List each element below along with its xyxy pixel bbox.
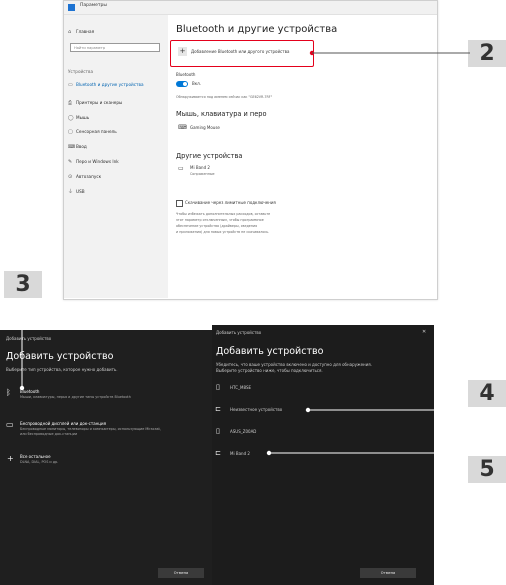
page-title: Bluetooth и другие устройства xyxy=(176,24,338,35)
usb-icon: ⏚ xyxy=(68,189,74,195)
home-icon: ⌂ xyxy=(68,29,72,35)
callout-5: 5 xyxy=(468,456,506,483)
option-display-title[interactable]: Беспроводной дисплей или док-станция xyxy=(20,421,106,426)
device-item-2[interactable]: Неизвестное устройство xyxy=(230,407,282,412)
bluetooth-toggle-state: Вкл. xyxy=(192,81,201,86)
settings-app-icon xyxy=(68,4,75,11)
option-bluetooth-desc: Мыши, клавиатуры, перья и другие типы ус… xyxy=(20,395,131,399)
dialog2-prompt2: Выберите устройство ниже, чтобы подключи… xyxy=(216,368,323,373)
device-icon: ▭ xyxy=(178,165,184,172)
nav-section-header: Устройства xyxy=(68,69,94,74)
callout-3-leader xyxy=(19,298,25,391)
metered-checkbox[interactable] xyxy=(176,200,183,207)
dialog2-prompt1: Убедитесь, что ваше устройство включено … xyxy=(216,362,372,367)
mouse-icon: ◯ xyxy=(68,115,74,121)
callout-2-leader xyxy=(309,50,470,56)
metered-note-line2: этот параметр отключенным, чтобы програм… xyxy=(176,218,264,222)
nav-item-pen[interactable]: ✎ Перо и Windows Ink xyxy=(68,159,119,165)
nav-item-bluetooth[interactable]: ▭ Bluetooth и другие устройства xyxy=(68,82,144,88)
other-device-status: Сопряженные xyxy=(190,172,215,176)
metered-checkbox-label: Скачивание через лимитные подключения xyxy=(185,200,276,205)
highlight-box-add-device xyxy=(170,40,314,67)
printer-icon: ⎙ xyxy=(68,100,73,106)
metered-note-line1: Чтобы избежать дополнительных расходов, … xyxy=(176,212,271,216)
nav-item-autoplay[interactable]: ⊙ Автозапуск xyxy=(68,174,101,180)
discoverable-text: Обнаруживается под именем сейчас как "GE… xyxy=(176,95,273,99)
callout-2: 2 xyxy=(468,40,506,67)
callout-3: 3 xyxy=(4,271,42,298)
nav-item-printers[interactable]: ⎙ Принтеры и сканеры xyxy=(68,100,122,106)
dialog2-heading: Добавить устройство xyxy=(216,346,324,357)
nav-item-mouse[interactable]: ◯ Мышь xyxy=(68,115,89,121)
device-item-4[interactable]: Mi Band 2 xyxy=(230,451,250,456)
plus-icon: + xyxy=(7,454,14,463)
nav-item-typing[interactable]: ⌨Ввод xyxy=(68,144,87,150)
option-display-desc2: или беспроводные док-станции xyxy=(20,432,78,436)
callout-5-leader xyxy=(266,450,470,456)
display-icon: ▭ xyxy=(6,420,14,429)
metered-note-line3: обеспечение устройства (драйверы, сведен… xyxy=(176,224,258,228)
pen-icon: ✎ xyxy=(68,159,73,165)
callout-4-leader xyxy=(305,407,470,413)
option-other-title[interactable]: Все остальное xyxy=(20,454,51,459)
callout-4: 4 xyxy=(468,380,506,407)
device-item-3[interactable]: ASUS_Z00AD xyxy=(230,429,256,434)
settings-sidebar: ⌂ Главная Найти параметр Устройства ▭ Blue… xyxy=(64,15,168,298)
device-item-1[interactable]: HTC_M8SE xyxy=(230,385,251,390)
mouse-section-heading: Мышь, клавиатура и перо xyxy=(176,110,267,118)
close-icon[interactable]: ✕ xyxy=(422,329,426,335)
dialog2-window-title: Добавить устройство xyxy=(216,330,262,335)
option-display-desc1: Беспроводные мониторы, телевизоры и комп… xyxy=(20,427,161,431)
nav-item-touchpad[interactable]: ▢ Сенсорная панель xyxy=(68,129,117,135)
keyboard-icon: ⌨ xyxy=(178,124,187,131)
bluetooth-label: Bluetooth xyxy=(176,72,196,77)
nav-item-usb[interactable]: ⏚ USB xyxy=(68,188,85,195)
autoplay-icon: ⊙ xyxy=(68,174,73,180)
other-section-heading: Другие устройства xyxy=(176,152,243,160)
keyboard-icon: ⌨ xyxy=(68,144,76,150)
phone-icon: ▯ xyxy=(216,427,220,435)
dialog2-cancel-button[interactable]: Отмена xyxy=(360,568,416,578)
search-input[interactable]: Найти параметр xyxy=(70,43,160,52)
other-device-name[interactable]: Mi Band 2 xyxy=(190,165,210,170)
metered-note-line4: и приложения) для новых устройств не ска… xyxy=(176,230,270,234)
band-device-icon: ⊏ xyxy=(215,449,221,457)
nav-home[interactable]: ⌂ Главная xyxy=(68,29,94,35)
bluetooth-devices-icon: ▭ xyxy=(68,82,73,88)
unknown-device-icon: ⊏ xyxy=(215,405,221,413)
dialog1-cancel-button[interactable]: Отмена xyxy=(158,568,204,578)
title-bar: Параметры xyxy=(64,1,437,15)
mouse-device[interactable]: Gaming Mouse xyxy=(190,125,220,130)
phone-icon: ▯ xyxy=(216,383,220,391)
window-title: Параметры xyxy=(80,3,107,8)
option-other-desc: DLNA, DIAL, POS и др. xyxy=(20,460,59,464)
touchpad-icon: ▢ xyxy=(68,129,73,135)
bluetooth-toggle[interactable] xyxy=(176,81,188,87)
bluetooth-icon: ᛒ xyxy=(6,388,11,397)
